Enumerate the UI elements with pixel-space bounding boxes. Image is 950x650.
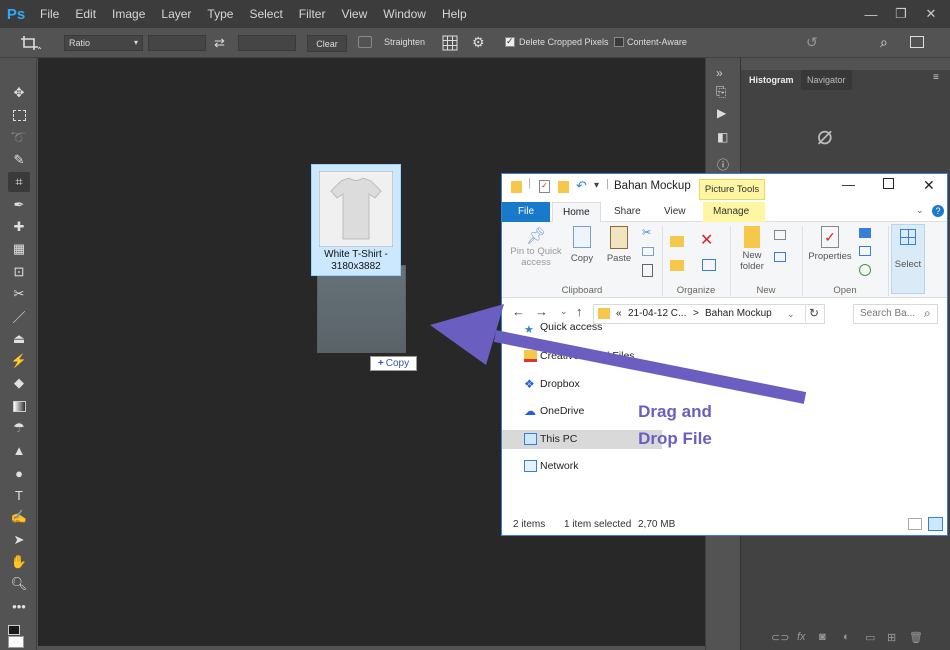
annotation-line1: Drag and bbox=[638, 402, 712, 421]
arrow-head-icon bbox=[430, 304, 504, 365]
drag-arrow-annotation bbox=[430, 304, 807, 404]
drag-drop-annotation-text: Drag and Drop File bbox=[620, 398, 730, 452]
annotation-line2: Drop File bbox=[638, 429, 712, 448]
